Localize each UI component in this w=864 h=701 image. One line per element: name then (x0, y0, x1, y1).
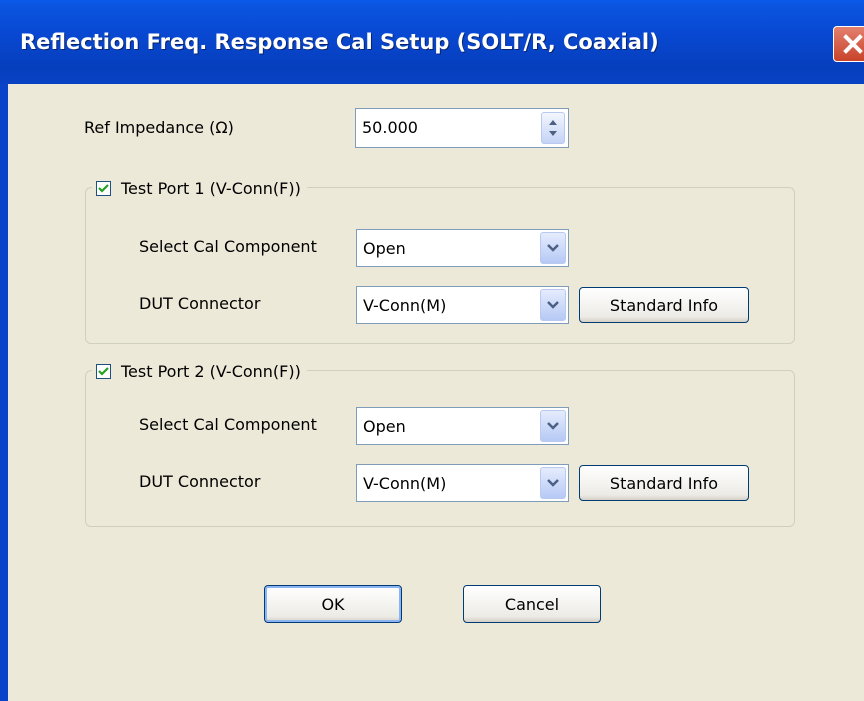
dropdown-button[interactable] (540, 467, 566, 499)
port-1-dut-connector-value: V-Conn(M) (363, 296, 447, 315)
dropdown-button[interactable] (540, 289, 566, 321)
port-2-select-cal-label: Select Cal Component (139, 415, 317, 434)
ref-impedance-spinbox[interactable]: 50.000 (355, 108, 569, 148)
window-border (0, 84, 8, 701)
port-2-standard-info-button[interactable]: Standard Info (579, 465, 749, 501)
spin-button[interactable] (541, 112, 565, 144)
chevron-down-icon (547, 301, 559, 309)
ok-button[interactable]: OK (264, 585, 402, 623)
test-port-2-checkbox[interactable] (96, 363, 111, 379)
port-1-standard-info-button[interactable]: Standard Info (579, 287, 749, 323)
port-2-dut-connector-value: V-Conn(M) (363, 474, 447, 493)
ref-impedance-label: Ref Impedance (Ω) (84, 118, 234, 137)
test-port-1-label: Test Port 1 (V-Conn(F)) (121, 178, 301, 198)
ref-impedance-value[interactable]: 50.000 (362, 118, 418, 137)
cancel-button[interactable]: Cancel (463, 585, 601, 623)
chevron-down-icon (547, 244, 559, 252)
dialog-window: Reflection Freq. Response Cal Setup (SOL… (0, 0, 864, 701)
checkmark-icon (98, 183, 109, 193)
test-port-1-checkbox[interactable] (96, 180, 111, 196)
port-1-select-cal-label: Select Cal Component (139, 237, 317, 256)
port-2-cal-component-value: Open (363, 417, 406, 436)
port-2-dut-connector-label: DUT Connector (139, 472, 261, 491)
port-1-cal-component-select[interactable]: Open (356, 229, 569, 267)
spin-arrows-icon (549, 120, 557, 136)
port-1-cal-component-value: Open (363, 239, 406, 258)
close-icon (843, 34, 863, 54)
chevron-down-icon (547, 479, 559, 487)
dialog-title: Reflection Freq. Response Cal Setup (SOL… (20, 30, 659, 54)
title-bar[interactable]: Reflection Freq. Response Cal Setup (SOL… (0, 0, 864, 84)
test-port-1-header: Test Port 1 (V-Conn(F)) (92, 176, 307, 200)
test-port-2-header: Test Port 2 (V-Conn(F)) (92, 359, 307, 383)
dropdown-button[interactable] (540, 410, 566, 442)
port-2-cal-component-select[interactable]: Open (356, 407, 569, 445)
chevron-down-icon (547, 422, 559, 430)
port-1-dut-connector-select[interactable]: V-Conn(M) (356, 286, 569, 324)
port-2-dut-connector-select[interactable]: V-Conn(M) (356, 464, 569, 502)
dropdown-button[interactable] (540, 232, 566, 264)
port-1-dut-connector-label: DUT Connector (139, 294, 261, 313)
close-button[interactable] (833, 26, 864, 62)
test-port-2-label: Test Port 2 (V-Conn(F)) (121, 361, 301, 381)
test-port-2-group (85, 370, 795, 527)
checkmark-icon (98, 366, 109, 376)
